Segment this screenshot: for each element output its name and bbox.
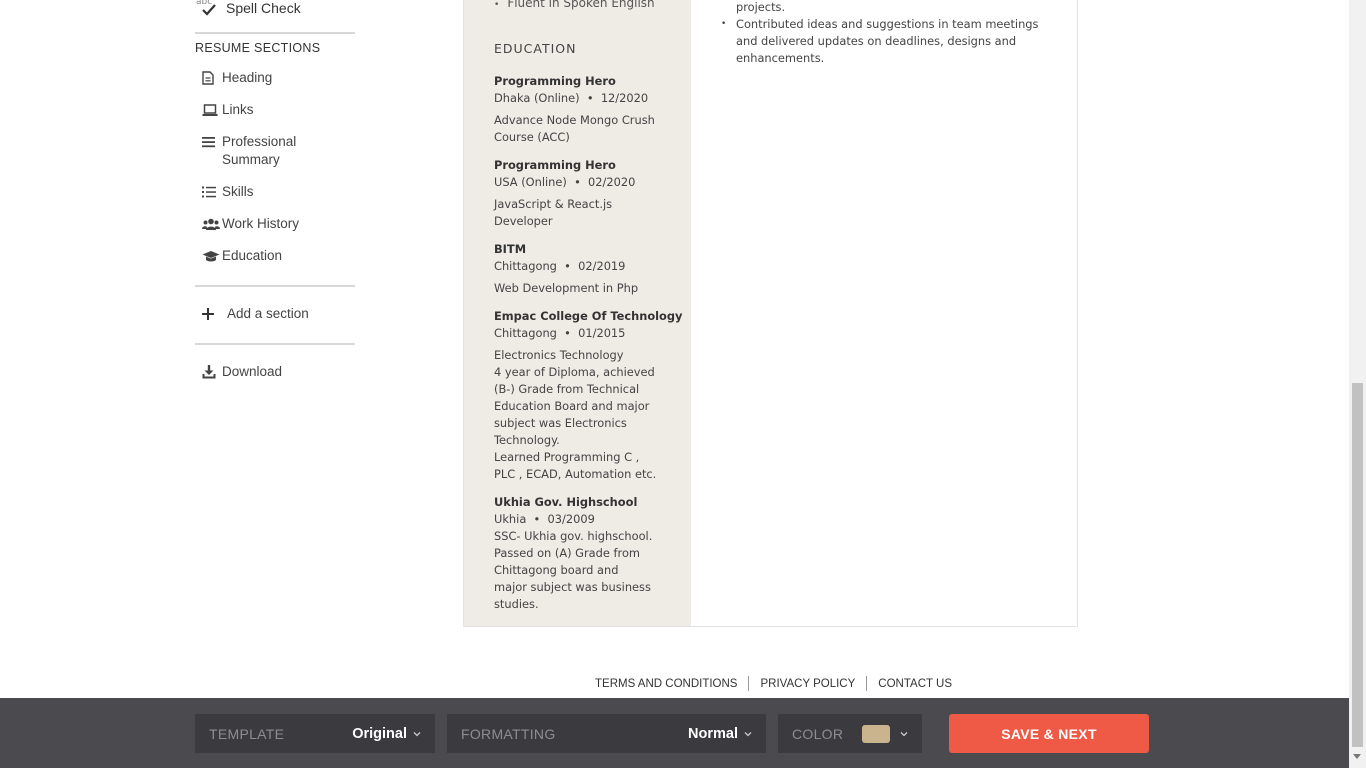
school-location: Ukhia <box>494 512 527 526</box>
terms-link[interactable]: TERMS AND CONDITIONS <box>595 678 748 690</box>
school-location: USA (Online) <box>494 175 567 189</box>
school-date: 02/2020 <box>588 175 636 189</box>
education-entry: Programming Hero Dhaka (Online) • 12/202… <box>494 73 664 146</box>
formatting-label: FORMATTING <box>461 725 556 742</box>
template-value-text: Original <box>352 725 407 742</box>
scrollbar-thumb[interactable] <box>1352 383 1363 747</box>
school-date: 01/2015 <box>578 326 626 340</box>
sidebar-item-links[interactable]: Links <box>202 101 254 119</box>
school-date: 02/2019 <box>578 259 626 273</box>
work-history-bullets: Contributed ideas and suggestions in tea… <box>721 16 1041 67</box>
school-date: 12/2020 <box>600 91 649 105</box>
sidebar-item-professional-summary[interactable]: Professional Summary <box>202 133 332 169</box>
sidebar-item-label: Education <box>222 248 283 263</box>
template-value: Original <box>352 726 421 742</box>
spell-check-label: Spell Check <box>226 0 301 16</box>
scroll-down-arrow-icon[interactable] <box>1353 754 1361 759</box>
work-history-line: projects. <box>736 0 786 14</box>
formatting-dropdown[interactable]: FORMATTING Normal <box>447 714 766 753</box>
work-history-bullet: Contributed ideas and suggestions in tea… <box>721 16 1041 67</box>
sidebar-item-work-history[interactable]: Work History <box>202 215 299 233</box>
chevron-down-icon <box>900 731 908 736</box>
chevron-down-icon <box>744 731 752 736</box>
sidebar-item-label: Links <box>222 102 254 117</box>
education-description: Electronics Technology 4 year of Diploma… <box>494 347 659 483</box>
template-dropdown[interactable]: TEMPLATE Original <box>195 714 435 753</box>
sidebar-item-heading[interactable]: Heading <box>202 69 272 87</box>
sidebar-divider <box>195 285 355 287</box>
contact-link[interactable]: CONTACT US <box>867 678 963 690</box>
school-location-date: Chittagong • 01/2015 <box>494 326 626 340</box>
footer-links: TERMS AND CONDITIONS PRIVACY POLICY CONT… <box>595 676 963 691</box>
resume-preview[interactable]: • Fluent in Spoken English EDUCATION Prog… <box>463 0 1078 627</box>
school-date: 03/2009 <box>547 512 595 526</box>
school-name: Programming Hero <box>494 158 616 172</box>
list-icon <box>202 183 222 201</box>
sidebar-item-label: Work History <box>222 216 300 231</box>
save-next-button[interactable]: SAVE & NEXT <box>949 714 1149 753</box>
template-label: TEMPLATE <box>209 725 285 742</box>
formatting-value-text: Normal <box>688 725 738 742</box>
plus-icon <box>202 305 227 323</box>
school-location-date: Dhaka (Online) • 12/2020 <box>494 91 649 105</box>
download-label: Download <box>222 364 283 379</box>
education-description: SSC- Ukhia gov. highschool. Passed on (A… <box>494 529 653 611</box>
add-section-label: Add a section <box>227 306 309 321</box>
school-name: Ukhia Gov. Highschool <box>494 495 638 509</box>
previous-skill-item: • Fluent in Spoken English <box>494 0 655 10</box>
education-entry: Ukhia Gov. Highschool Ukhia • 03/2009 SS… <box>494 494 664 613</box>
education-entry: Programming Hero USA (Online) • 02/2020 … <box>494 157 664 230</box>
school-name: Empac College Of Technology <box>494 309 683 323</box>
document-icon <box>202 69 222 87</box>
checkmark-icon <box>202 4 216 16</box>
school-location: Chittagong <box>494 259 557 273</box>
resume-left-column: • Fluent in Spoken English EDUCATION Prog… <box>464 0 691 626</box>
school-location: Chittagong <box>494 326 557 340</box>
school-location-date: Chittagong • 02/2019 <box>494 259 626 273</box>
school-location-date: Ukhia • 03/2009 <box>494 512 595 526</box>
sidebar-item-label: Professional Summary <box>222 134 297 167</box>
sidebar-item-label: Heading <box>222 70 273 85</box>
color-label: COLOR <box>792 725 844 742</box>
page-scrollbar[interactable] <box>1349 0 1366 768</box>
education-description-line: Learned Programming C , PLC , ECAD, Auto… <box>494 450 657 481</box>
education-entry: BITM Chittagong • 02/2019 Web Developmen… <box>494 241 664 297</box>
education-description: Advance Node Mongo Crush Course (ACC) <box>494 113 655 144</box>
laptop-icon <box>202 101 222 119</box>
color-dropdown[interactable]: COLOR <box>778 714 922 753</box>
privacy-link[interactable]: PRIVACY POLICY <box>749 678 866 690</box>
sidebar-item-skills[interactable]: Skills <box>202 183 254 201</box>
users-icon <box>202 215 222 233</box>
sidebar-item-label: Skills <box>222 184 254 199</box>
resume-right-column: projects. Contributed ideas and suggesti… <box>691 0 1077 626</box>
school-name: BITM <box>494 242 527 256</box>
download-icon <box>202 363 222 381</box>
education-description-line: 4 year of Diploma, achieved (B-) Grade f… <box>494 365 655 447</box>
previous-skill-text: Fluent in Spoken English <box>507 0 655 10</box>
sidebar-divider <box>195 32 355 34</box>
add-section-button[interactable]: Add a section <box>202 305 309 323</box>
school-location: Dhaka (Online) <box>494 91 580 105</box>
color-value <box>862 724 908 743</box>
resume-sections-title: RESUME SECTIONS <box>195 41 321 55</box>
education-description: Web Development in Php <box>494 281 639 295</box>
formatting-value: Normal <box>688 726 752 742</box>
color-swatch <box>862 724 890 743</box>
education-heading: EDUCATION <box>494 41 577 56</box>
lines-icon <box>202 133 222 151</box>
sidebar-item-education[interactable]: Education <box>202 247 282 265</box>
graduation-cap-icon <box>202 247 222 265</box>
chevron-down-icon <box>413 731 421 736</box>
sidebar-divider <box>195 343 355 345</box>
download-button[interactable]: Download <box>202 363 282 381</box>
education-entry: Empac College Of Technology Chittagong •… <box>494 308 683 483</box>
education-description: JavaScript & React.js Developer <box>494 197 613 228</box>
school-location-date: USA (Online) • 02/2020 <box>494 175 636 189</box>
school-name: Programming Hero <box>494 74 616 88</box>
education-description-line: Electronics Technology <box>494 348 624 362</box>
bottom-toolbar: TEMPLATE Original FORMATTING Normal COLO… <box>0 698 1349 768</box>
